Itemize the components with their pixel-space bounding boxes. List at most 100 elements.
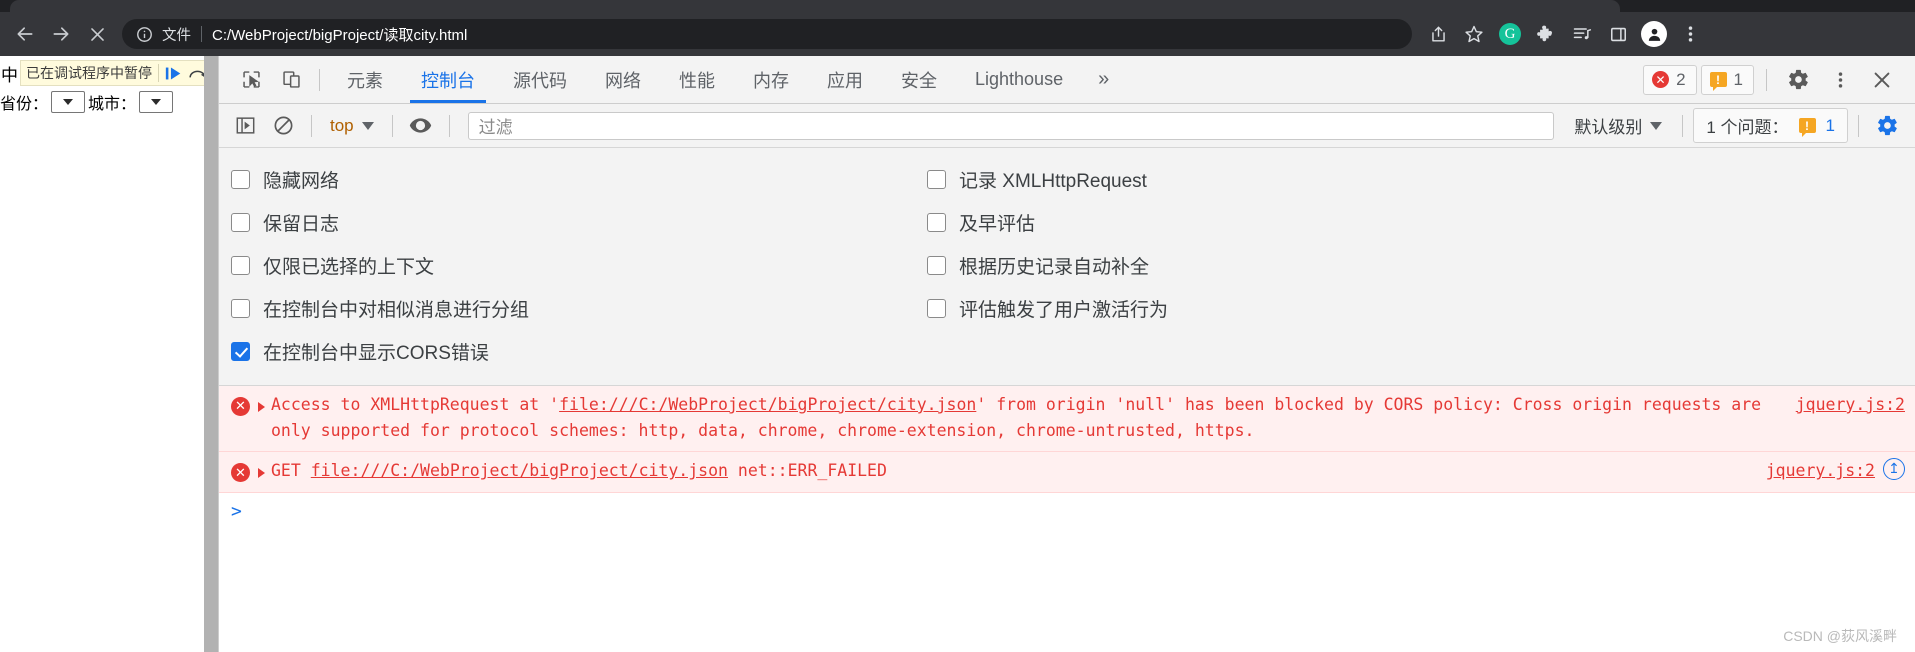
console-error-message[interactable]: ✕ Access to XMLHttpRequest at 'file:///C…: [219, 386, 1915, 453]
disclosure-triangle-icon[interactable]: [258, 402, 265, 412]
setting-evaluate-triggers-user-activation[interactable]: 评估触发了用户激活行为: [927, 287, 1168, 330]
stop-loading-button[interactable]: [80, 17, 114, 51]
checkbox[interactable]: [231, 170, 250, 189]
page-text-fragment: 中: [1, 65, 18, 85]
tab-application[interactable]: 应用: [808, 56, 882, 103]
tab-label: 应用: [827, 70, 863, 91]
setting-show-cors-errors[interactable]: 在控制台中显示CORS错误: [231, 330, 919, 373]
console-settings-gear-icon[interactable]: [1869, 108, 1905, 144]
kebab-menu-icon[interactable]: [1821, 61, 1859, 99]
setting-group-similar[interactable]: 在控制台中对相似消息进行分组: [231, 287, 919, 330]
active-tab-shape[interactable]: [10, 0, 1620, 12]
tab-label: Lighthouse: [975, 69, 1064, 89]
console-prompt[interactable]: >: [219, 493, 1915, 530]
tab-lighthouse[interactable]: Lighthouse: [956, 56, 1082, 103]
chevron-down-icon: [361, 121, 374, 130]
info-circle-icon[interactable]: [136, 26, 153, 43]
console-sidebar-icon[interactable]: [227, 108, 263, 144]
inspect-element-icon[interactable]: [231, 60, 271, 100]
province-select[interactable]: [51, 91, 86, 113]
checkbox[interactable]: [927, 256, 946, 275]
console-message-source[interactable]: jquery.js:2: [1766, 458, 1875, 484]
address-bar[interactable]: 文件 C:/WebProject/bigProject/读取city.html: [122, 19, 1412, 49]
console-filter-input[interactable]: 过滤: [467, 111, 1555, 140]
tab-label: 源代码: [513, 70, 567, 91]
share-icon[interactable]: [1422, 18, 1454, 50]
bookmark-star-icon[interactable]: [1458, 18, 1490, 50]
tab-elements[interactable]: 元素: [328, 56, 402, 103]
browser-toolbar: 文件 C:/WebProject/bigProject/读取city.html …: [0, 12, 1915, 56]
grammarly-glyph: G: [1499, 23, 1521, 45]
message-prefix: GET: [271, 461, 311, 481]
message-link[interactable]: file:///C:/WebProject/bigProject/city.js…: [311, 461, 728, 480]
setting-label: 隐藏网络: [263, 171, 340, 192]
setting-log-xmlhttprequests[interactable]: 记录 XMLHttpRequest: [927, 158, 1168, 201]
side-panel-icon[interactable]: [1602, 18, 1634, 50]
checkbox[interactable]: [231, 299, 250, 318]
tab-sources[interactable]: 源代码: [494, 56, 586, 103]
chrome-menu-icon[interactable]: [1674, 18, 1706, 50]
tab-memory[interactable]: 内存: [734, 56, 808, 103]
console-settings-panel: 隐藏网络 保留日志 仅限已选择的上下文 在控制台中对相似消息进行分组 在控制台中…: [219, 148, 1915, 386]
chevron-down-icon: [63, 99, 74, 105]
checkbox[interactable]: [927, 213, 946, 232]
paused-in-debugger-row: 中 已在调试程序中暂停: [0, 56, 218, 86]
watermark: CSDN @荻风溪畔: [1783, 628, 1897, 644]
forward-button[interactable]: [44, 17, 78, 51]
city-select[interactable]: [139, 91, 174, 113]
grammarly-extension-icon[interactable]: G: [1494, 18, 1526, 50]
back-button[interactable]: [8, 17, 42, 51]
chevron-down-icon: [151, 99, 162, 105]
browser-tab-strip: [0, 0, 1915, 12]
error-circle-icon: ✕: [231, 463, 250, 483]
warning-count-badge[interactable]: ! 1: [1700, 64, 1754, 95]
province-city-row: 省份： 城市：: [0, 86, 218, 114]
setting-eager-evaluation[interactable]: 及早评估: [927, 201, 1168, 244]
live-expression-eye-icon[interactable]: [403, 108, 439, 144]
paused-in-debugger-banner: 已在调试程序中暂停: [20, 60, 211, 86]
checkbox[interactable]: [927, 170, 946, 189]
console-toolbar-divider: [448, 114, 450, 137]
execution-context-select[interactable]: top: [322, 116, 382, 136]
resume-script-icon[interactable]: [165, 66, 182, 81]
jump-to-source-icon[interactable]: ↥: [1883, 458, 1905, 481]
message-link[interactable]: file:///C:/WebProject/bigProject/city.js…: [559, 395, 976, 414]
reading-list-icon[interactable]: [1566, 18, 1598, 50]
tab-security[interactable]: 安全: [882, 56, 956, 103]
close-devtools-icon[interactable]: [1863, 61, 1901, 99]
issues-count: 1: [1825, 115, 1835, 135]
console-message-list[interactable]: ✕ Access to XMLHttpRequest at 'file:///C…: [219, 386, 1915, 652]
setting-autocomplete-from-history[interactable]: 根据历史记录自动补全: [927, 244, 1168, 287]
city-label: 城市：: [88, 96, 137, 113]
checkbox[interactable]: [231, 342, 250, 361]
log-level-select[interactable]: 默认级别: [1564, 113, 1672, 138]
gear-icon[interactable]: [1779, 61, 1817, 99]
profile-avatar-icon[interactable]: [1638, 18, 1670, 50]
setting-hide-network[interactable]: 隐藏网络: [231, 158, 919, 201]
setting-selected-context-only[interactable]: 仅限已选择的上下文: [231, 244, 919, 287]
browser-toolbar-actions: G: [1422, 18, 1706, 50]
console-message-source[interactable]: jquery.js:2: [1796, 392, 1905, 418]
extensions-puzzle-icon[interactable]: [1530, 18, 1562, 50]
tab-label: 元素: [347, 70, 383, 91]
tab-console[interactable]: 控制台: [402, 56, 494, 103]
disclosure-triangle-icon[interactable]: [258, 468, 265, 479]
checkbox[interactable]: [927, 299, 946, 318]
error-count-badge[interactable]: ✕ 2: [1643, 64, 1697, 95]
devtools-tab-list: 元素 控制台 源代码 网络 性能 内存 应用 安全 Lighthouse »: [328, 56, 1125, 103]
address-bar-url[interactable]: C:/WebProject/bigProject/读取city.html: [212, 24, 467, 45]
page-scrollbar[interactable]: [204, 56, 218, 652]
error-circle-icon: ✕: [1652, 71, 1670, 88]
issues-button[interactable]: 1 个问题： ! 1: [1693, 108, 1848, 143]
tabbar-actions-divider: [1766, 68, 1767, 91]
checkbox[interactable]: [231, 256, 250, 275]
close-x-icon: [88, 25, 107, 44]
more-tabs-icon[interactable]: »: [1082, 68, 1125, 91]
device-toolbar-icon[interactable]: [271, 60, 311, 100]
setting-preserve-log[interactable]: 保留日志: [231, 201, 919, 244]
tab-network[interactable]: 网络: [586, 56, 660, 103]
tab-performance[interactable]: 性能: [660, 56, 734, 103]
clear-console-icon[interactable]: [265, 108, 301, 144]
console-error-message[interactable]: ✕ GET file:///C:/WebProject/bigProject/c…: [219, 452, 1915, 493]
checkbox[interactable]: [231, 213, 250, 232]
